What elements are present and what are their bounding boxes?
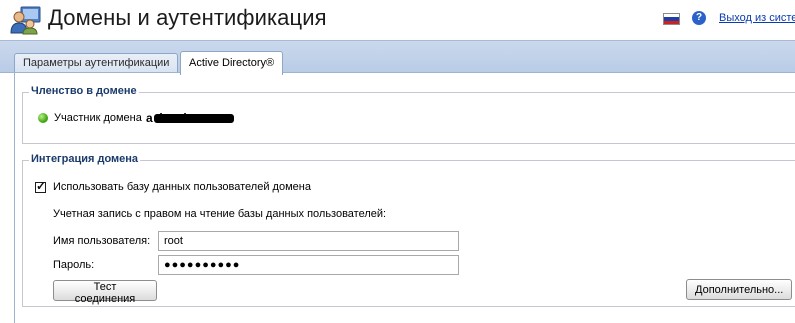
username-label: Имя пользователя: <box>53 235 151 247</box>
russian-flag-icon[interactable] <box>663 13 680 25</box>
group-legend-membership: Членство в домене <box>29 85 139 97</box>
advanced-button[interactable]: Дополнительно... <box>686 279 792 300</box>
status-ok-icon <box>38 113 48 123</box>
account-caption: Учетная запись с правом на чтение базы д… <box>53 208 387 220</box>
flag-stripe-red <box>664 20 679 24</box>
logout-link[interactable]: Выход из систе <box>719 12 795 24</box>
help-icon[interactable]: ? <box>692 11 706 25</box>
test-connection-button[interactable]: Тест соединения <box>53 280 157 305</box>
domain-integration-group: Интеграция домена ✓ Использовать базу да… <box>22 153 795 307</box>
tab-content-panel: Членство в домене Участник домена a .loc… <box>14 72 795 323</box>
tab-bar: Параметры аутентификации Active Director… <box>0 40 795 75</box>
users-domain-icon <box>10 6 41 35</box>
tab-auth-settings[interactable]: Параметры аутентификации <box>14 53 179 74</box>
header-bar: Домены и аутентификация ? Выход из систе <box>0 0 795 40</box>
checkmark-icon: ✓ <box>36 179 47 193</box>
redaction-mark <box>154 114 234 123</box>
password-input[interactable] <box>158 255 459 275</box>
tab-active-directory[interactable]: Active Directory® <box>180 51 284 75</box>
group-legend-integration: Интеграция домена <box>29 153 141 165</box>
membership-status-label: Участник домена <box>54 112 142 124</box>
domain-membership-group: Членство в домене Участник домена a .loc… <box>22 85 795 144</box>
use-domain-db-checkbox[interactable]: ✓ <box>35 179 47 193</box>
use-domain-db-label[interactable]: Использовать базу данных пользователей д… <box>53 181 311 193</box>
username-input[interactable] <box>158 231 459 251</box>
password-label: Пароль: <box>53 259 95 271</box>
page-title: Домены и аутентификация <box>48 5 327 30</box>
